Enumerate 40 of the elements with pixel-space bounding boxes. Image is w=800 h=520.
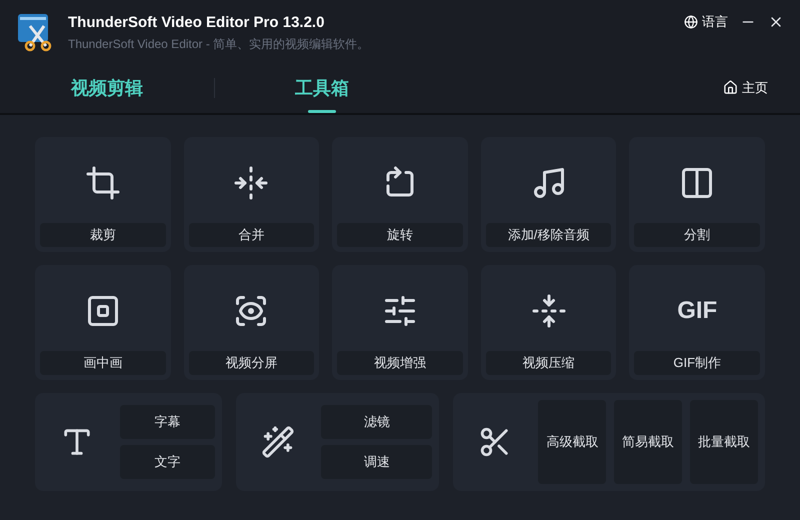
tool-button[interactable]: 简易截取 — [614, 400, 682, 484]
gif-icon-text: GIF — [677, 296, 718, 326]
tool-card[interactable]: 视频分屏 — [184, 265, 320, 380]
tool-label: 视频分屏 — [188, 351, 314, 375]
tool-label: 画中画 — [40, 351, 166, 375]
home-button[interactable]: 主页 — [723, 78, 768, 98]
tool-label: 合并 — [188, 223, 314, 247]
window-title: ThunderSoft Video Editor Pro 13.2.0 — [68, 13, 326, 33]
magic-wand-icon[interactable] — [261, 425, 296, 459]
tool-card[interactable]: 分割 — [629, 137, 765, 252]
tool-label: 视频增强 — [337, 351, 463, 375]
tool-label: 添加/移除音频 — [486, 223, 612, 247]
tool-button[interactable]: 文字 — [120, 445, 216, 479]
tool-label: 旋转 — [337, 223, 463, 247]
tool-label: 裁剪 — [40, 223, 166, 247]
tool-card[interactable]: 裁剪 — [35, 137, 171, 252]
tool-card[interactable]: 旋转 — [332, 137, 468, 252]
tool-button[interactable]: 字幕 — [120, 405, 216, 439]
tool-card[interactable]: 添加/移除音频 — [480, 137, 616, 252]
tool-card[interactable]: 画中画 — [35, 265, 171, 380]
tool-label: GIF制作 — [634, 351, 760, 375]
tab[interactable]: 视频剪辑 — [0, 62, 214, 113]
tool-card[interactable]: 视频压缩 — [480, 265, 616, 380]
tool-button[interactable]: 滤镜 — [321, 405, 432, 439]
tool-card[interactable]: 合并 — [184, 137, 320, 252]
tool-button[interactable]: 高级截取 — [538, 400, 606, 484]
tool-button[interactable]: 调速 — [321, 445, 432, 479]
window-subtitle: ThunderSoft Video Editor - 简单、实用的视频编辑软件。 — [68, 36, 370, 52]
tool-card[interactable]: GIF GIF制作 — [629, 265, 765, 380]
globe-icon — [684, 14, 698, 29]
tool-label: 分割 — [634, 223, 760, 247]
home-icon — [723, 80, 738, 95]
tab[interactable]: 工具箱 — [215, 62, 429, 113]
tool-button[interactable]: 批量截取 — [690, 400, 758, 484]
crop-icon — [84, 164, 121, 200]
tool-label: 视频压缩 — [486, 351, 612, 375]
language-button[interactable]: 语言 — [684, 12, 728, 32]
compress-icon — [530, 292, 567, 328]
merge-arrows-icon — [233, 164, 270, 200]
tool-card[interactable]: 视频增强 — [332, 265, 468, 380]
